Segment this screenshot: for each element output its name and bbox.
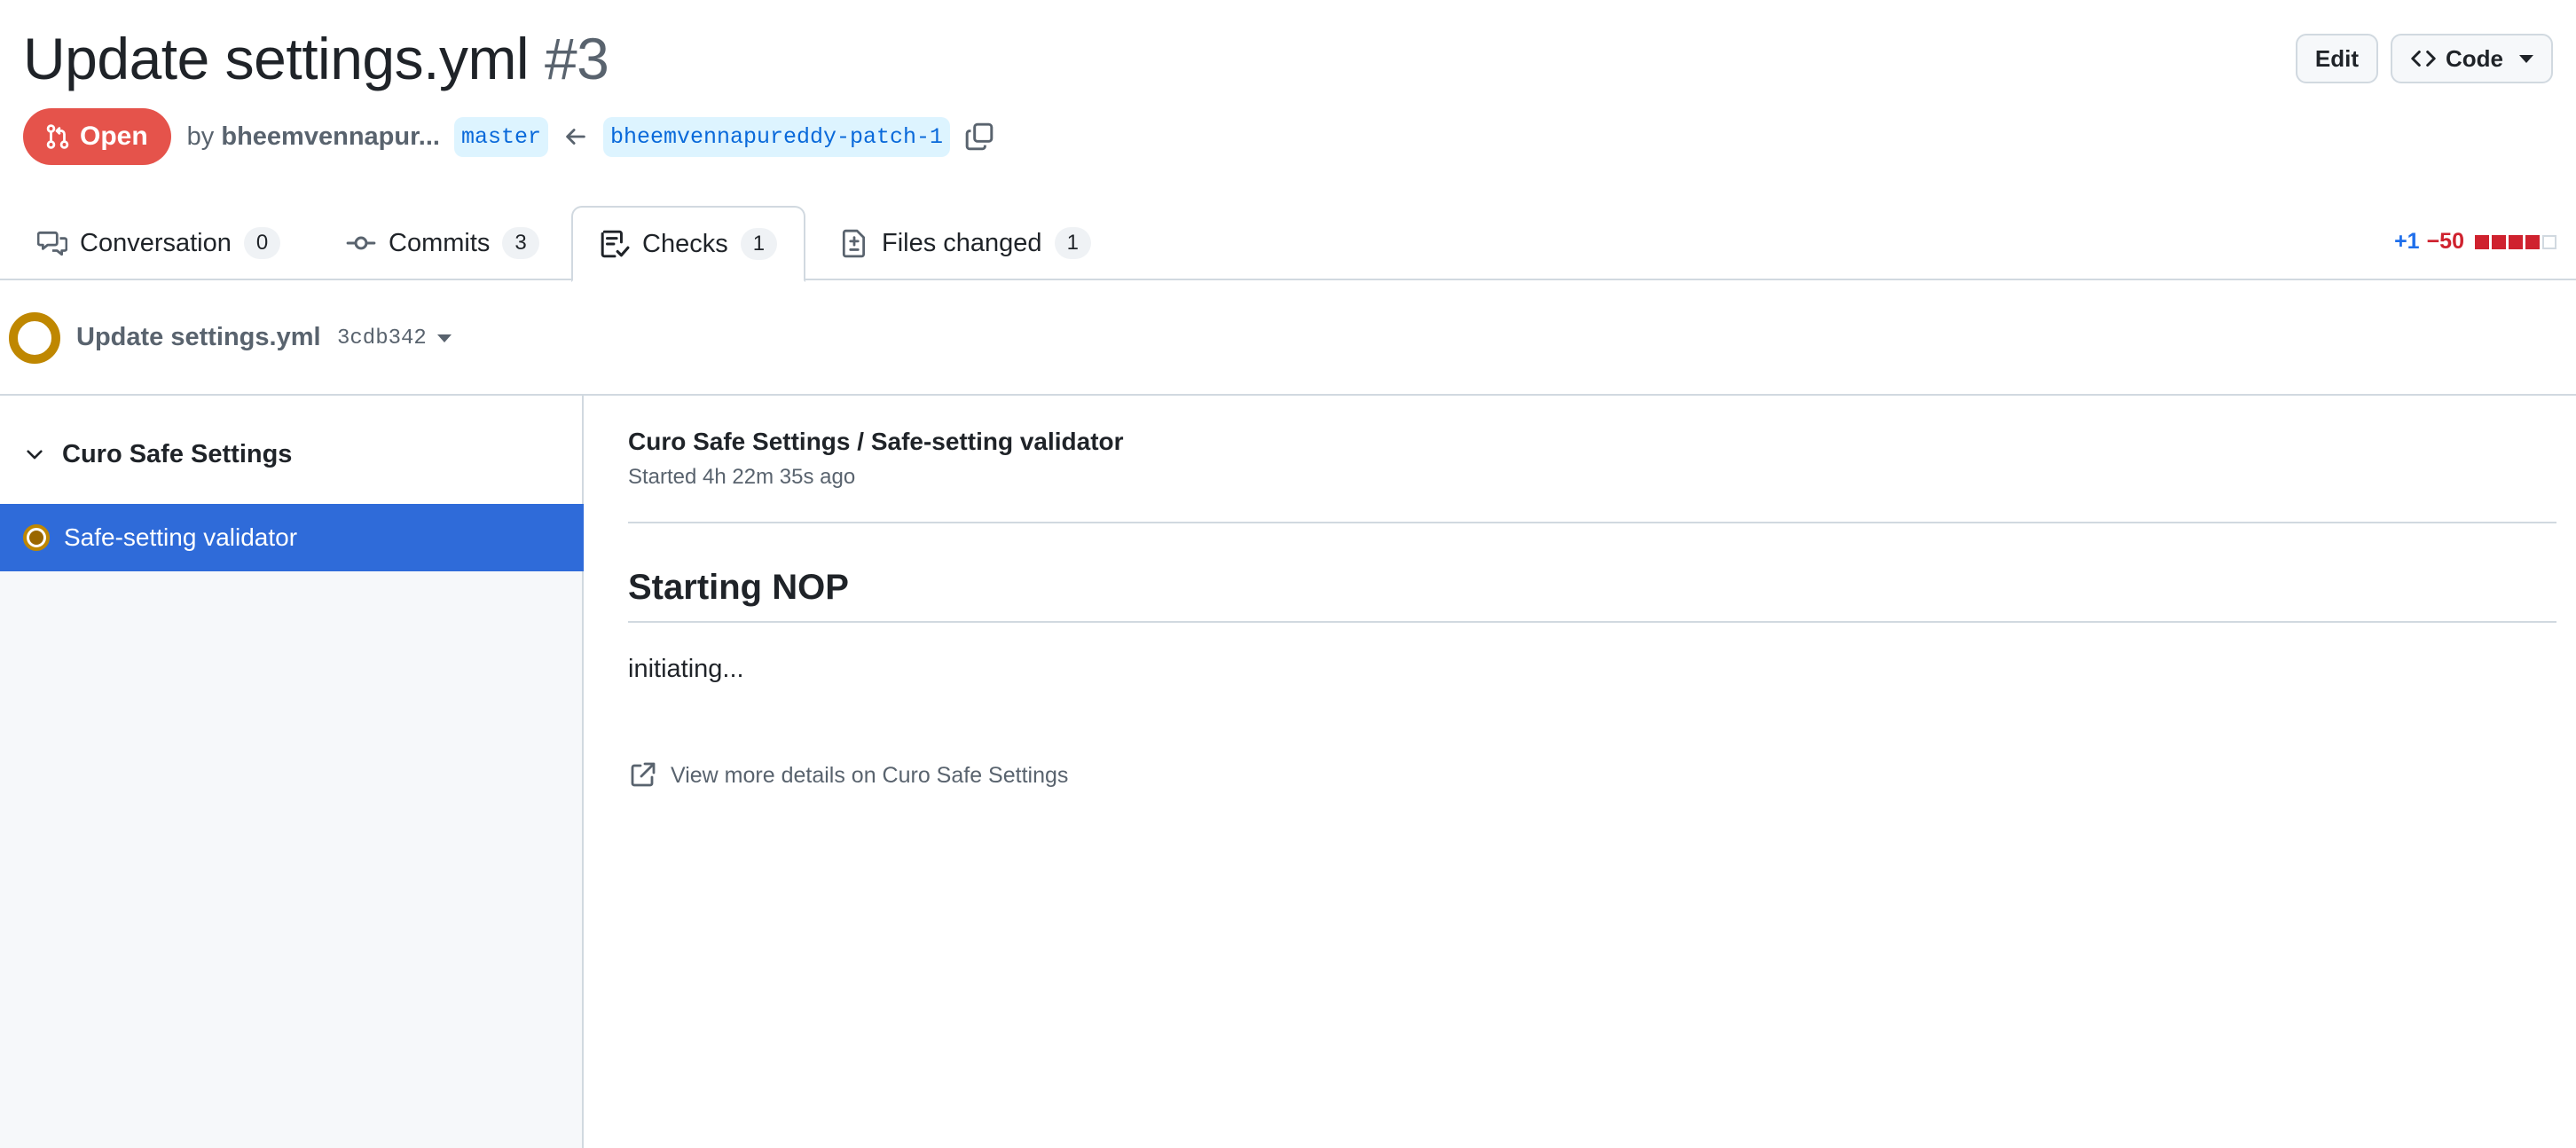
- arrow-left-icon: [566, 129, 585, 145]
- pr-title-text: Update settings.yml: [23, 26, 530, 91]
- copy-icon[interactable]: [964, 122, 994, 152]
- git-commit-icon: [346, 236, 376, 250]
- tab-counter: 1: [740, 228, 778, 260]
- checks-sidebar: Curo Safe Settings Safe-setting validato…: [0, 396, 584, 1148]
- link-external-icon: [631, 762, 656, 787]
- commit-message: Update settings.yml: [76, 323, 321, 351]
- tab-counter: 0: [243, 227, 281, 259]
- tab-counter: 3: [502, 227, 539, 259]
- chevron-down-icon: [436, 334, 452, 342]
- pr-author-line: by bheemvennapur...: [187, 122, 440, 152]
- pending-status-icon: [9, 312, 60, 364]
- tab-files-changed[interactable]: Files changed 1: [813, 206, 1118, 280]
- code-button-label: Code: [2446, 44, 2503, 72]
- check-run-title: Curo Safe Settings / Safe-setting valida…: [628, 428, 1124, 455]
- diffstat-block: [2542, 234, 2556, 249]
- code-icon: [2411, 51, 2436, 67]
- pr-author[interactable]: bheemvennapur...: [221, 122, 440, 151]
- tab-commits[interactable]: Commits 3: [319, 206, 566, 280]
- pending-status-icon: [23, 524, 50, 551]
- output-heading: Starting NOP: [628, 568, 849, 607]
- git-pull-request-icon: [46, 124, 69, 149]
- diffstat-deletions: −50: [2426, 229, 2464, 254]
- view-details-link[interactable]: View more details on Curo Safe Settings: [628, 761, 1068, 790]
- divider: [628, 522, 2556, 523]
- comment-discussion-icon: [37, 231, 67, 256]
- commit-bar: Update settings.yml 3cdb342: [0, 280, 2576, 396]
- check-suite-name: Curo Safe Settings: [62, 439, 293, 468]
- commit-sha: 3cdb342: [337, 326, 427, 350]
- by-prefix: by: [186, 122, 215, 151]
- tab-conversation[interactable]: Conversation 0: [11, 206, 307, 280]
- check-run-item[interactable]: Safe-setting validator: [0, 504, 584, 571]
- pr-number: #3: [544, 26, 609, 91]
- diffstat-block: [2525, 234, 2540, 249]
- header-actions: Edit Code: [2295, 34, 2553, 83]
- commit-sha-dropdown[interactable]: 3cdb342: [337, 326, 452, 350]
- edit-button-label: Edit: [2314, 44, 2359, 72]
- base-branch[interactable]: master: [453, 116, 548, 157]
- tab-counter: 1: [1054, 227, 1091, 259]
- checklist-icon: [601, 230, 630, 258]
- code-button[interactable]: Code: [2391, 34, 2553, 83]
- pr-state-badge: Open: [23, 108, 171, 165]
- diffstat-block: [2509, 234, 2523, 249]
- output-body: initiating...: [628, 655, 744, 683]
- pr-title: Update settings.yml #3: [23, 25, 609, 92]
- edit-button[interactable]: Edit: [2295, 34, 2378, 83]
- divider: [628, 621, 2556, 623]
- head-branch[interactable]: bheemvennapureddy-patch-1: [602, 116, 951, 157]
- chevron-down-icon: [2519, 54, 2533, 63]
- check-run-started: Started 4h 22m 35s ago: [628, 465, 856, 489]
- tab-label: Checks: [642, 229, 728, 258]
- check-run-name: Safe-setting validator: [64, 523, 298, 551]
- check-suite-header[interactable]: Curo Safe Settings: [0, 422, 582, 486]
- chevron-down-icon: [27, 450, 43, 460]
- diffstat: +1 −50: [2394, 229, 2556, 255]
- diffstat-blocks: [2475, 234, 2556, 249]
- diffstat-additions: +1: [2394, 229, 2420, 254]
- file-diff-icon: [842, 229, 866, 258]
- pr-tabs: Conversation 0 Commits 3 Checks 1 Files …: [0, 206, 2576, 282]
- tab-checks[interactable]: Checks 1: [571, 206, 806, 282]
- tab-label: Commits: [389, 228, 491, 257]
- diffstat-block: [2475, 234, 2489, 249]
- diffstat-block: [2492, 234, 2506, 249]
- tab-label: Files changed: [882, 228, 1042, 257]
- tab-label: Conversation: [80, 228, 232, 257]
- pr-state-label: Open: [80, 122, 148, 151]
- pr-meta: Open by bheemvennapur... master bheemven…: [23, 108, 994, 165]
- view-details-label: View more details on Curo Safe Settings: [671, 762, 1069, 788]
